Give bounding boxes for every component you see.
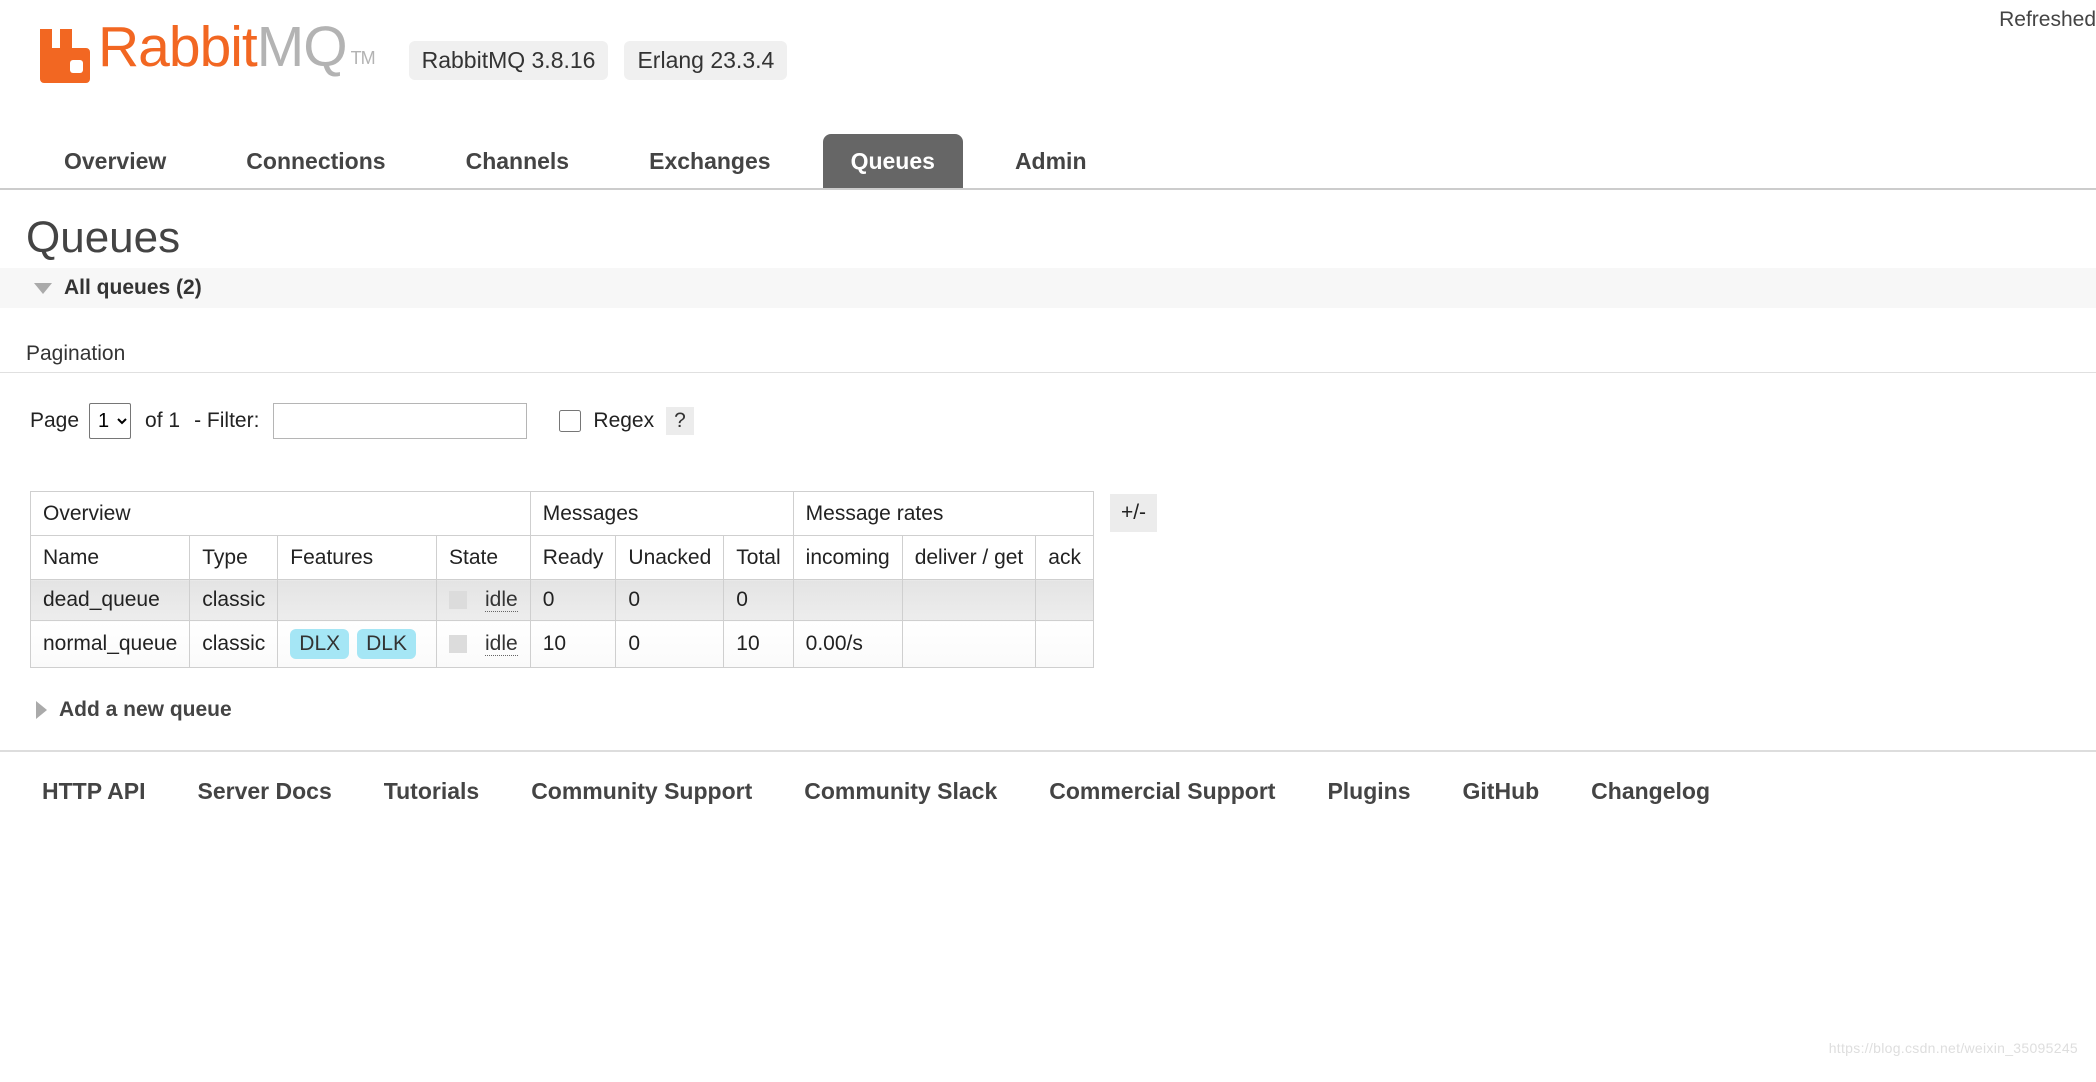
cell-incoming: 0.00/s [793, 621, 902, 668]
footer-link-tutorials[interactable]: Tutorials [384, 778, 479, 805]
cell-total: 0 [724, 580, 793, 621]
cell-queue-features [278, 580, 437, 621]
column-header-features: Features [278, 536, 437, 580]
queues-table-body: dead_queue classic idle 0 0 0 normal_que… [31, 580, 1094, 668]
group-header-messages: Messages [530, 492, 793, 536]
footer-link-commercial-support[interactable]: Commercial Support [1049, 778, 1275, 805]
add-new-queue-label: Add a new queue [59, 698, 232, 722]
filter-label: - Filter: [194, 409, 259, 433]
column-header-total[interactable]: Total [724, 536, 793, 580]
brand-wordmark: RabbitMQTM [98, 18, 375, 89]
tab-connections[interactable]: Connections [218, 134, 413, 188]
cell-queue-state: idle [437, 580, 531, 621]
page-number-select[interactable]: 1 [89, 403, 131, 439]
cell-queue-state: idle [437, 621, 531, 668]
cell-queue-features: DLX DLK [278, 621, 437, 668]
main-navigation: Overview Connections Channels Exchanges … [0, 134, 2096, 190]
cell-unacked: 0 [616, 580, 724, 621]
filter-input[interactable] [273, 403, 527, 439]
queues-table: Overview Messages Message rates Name Typ… [30, 491, 1094, 668]
watermark-text: https://blog.csdn.net/weixin_35095245 [1829, 1040, 2078, 1056]
pagination-legend: Pagination [0, 342, 2096, 372]
feature-badge-dlx: DLX [290, 629, 349, 659]
column-header-deliver-get[interactable]: deliver / get [902, 536, 1036, 580]
all-queues-label: All queues (2) [64, 276, 202, 300]
column-header-state[interactable]: State [437, 536, 531, 580]
feature-badge-dlk: DLK [357, 629, 416, 659]
page-total-label: of 1 [145, 409, 180, 433]
page-header: RabbitMQTM RabbitMQ 3.8.16 Erlang 23.3.4 [0, 0, 2096, 120]
footer-link-plugins[interactable]: Plugins [1327, 778, 1410, 805]
tab-overview[interactable]: Overview [36, 134, 194, 188]
brand-row: RabbitMQTM RabbitMQ 3.8.16 Erlang 23.3.4 [36, 18, 2096, 89]
cell-deliver-get [902, 621, 1036, 668]
tab-admin[interactable]: Admin [987, 134, 1115, 188]
rabbitmq-management-page: Refreshed RabbitMQTM RabbitMQ 3.8.16 Erl… [0, 0, 2096, 1082]
column-header-row: Name Type Features State Ready Unacked T… [31, 536, 1094, 580]
version-badges: RabbitMQ 3.8.16 Erlang 23.3.4 [409, 41, 788, 80]
rabbit-head-icon [36, 27, 92, 85]
tab-exchanges[interactable]: Exchanges [621, 134, 798, 188]
group-header-message-rates: Message rates [793, 492, 1093, 536]
cell-deliver-get [902, 580, 1036, 621]
state-label: idle [485, 632, 518, 656]
footer-link-http-api[interactable]: HTTP API [42, 778, 146, 805]
cell-queue-type: classic [190, 621, 278, 668]
pagination-controls: Page 1 of 1 - Filter: Regex ? [0, 373, 2096, 439]
triangle-down-icon [34, 283, 52, 294]
cell-total: 10 [724, 621, 793, 668]
state-swatch-icon [449, 591, 467, 609]
footer-link-community-slack[interactable]: Community Slack [804, 778, 997, 805]
cell-ready: 0 [530, 580, 616, 621]
footer-link-github[interactable]: GitHub [1463, 778, 1540, 805]
regex-label: Regex [593, 409, 654, 433]
group-header-overview: Overview [31, 492, 531, 536]
queues-table-wrapper: Overview Messages Message rates Name Typ… [30, 491, 2096, 668]
cell-queue-name[interactable]: dead_queue [31, 580, 190, 621]
group-header-row: Overview Messages Message rates [31, 492, 1094, 536]
brand-name-primary: Rabbit [98, 18, 257, 76]
state-label: idle [485, 588, 518, 612]
cell-queue-type: classic [190, 580, 278, 621]
regex-checkbox[interactable] [559, 410, 581, 432]
footer-link-changelog[interactable]: Changelog [1591, 778, 1710, 805]
table-row[interactable]: dead_queue classic idle 0 0 0 [31, 580, 1094, 621]
footer-link-community-support[interactable]: Community Support [531, 778, 752, 805]
queues-table-head: Overview Messages Message rates Name Typ… [31, 492, 1094, 580]
erlang-version-badge: Erlang 23.3.4 [624, 41, 787, 80]
table-row[interactable]: normal_queue classic DLX DLK idle 10 0 10… [31, 621, 1094, 668]
state-swatch-icon [449, 635, 467, 653]
cell-ack [1036, 621, 1094, 668]
server-version-badge: RabbitMQ 3.8.16 [409, 41, 609, 80]
footer-links: HTTP API Server Docs Tutorials Community… [0, 750, 2096, 805]
column-header-type[interactable]: Type [190, 536, 278, 580]
brand-name-secondary: MQ [257, 18, 347, 76]
tab-channels[interactable]: Channels [438, 134, 598, 188]
column-header-ready[interactable]: Ready [530, 536, 616, 580]
column-header-ack[interactable]: ack [1036, 536, 1094, 580]
column-header-unacked[interactable]: Unacked [616, 536, 724, 580]
cell-queue-name[interactable]: normal_queue [31, 621, 190, 668]
column-header-name[interactable]: Name [31, 536, 190, 580]
regex-control: Regex ? [559, 407, 693, 435]
page-label: Page [30, 409, 79, 433]
footer-link-server-docs[interactable]: Server Docs [198, 778, 332, 805]
trademark-mark: TM [351, 29, 375, 87]
toggle-columns-button[interactable]: +/- [1110, 494, 1157, 532]
regex-help-icon[interactable]: ? [666, 407, 694, 435]
triangle-right-icon [36, 701, 47, 719]
cell-unacked: 0 [616, 621, 724, 668]
cell-ready: 10 [530, 621, 616, 668]
add-new-queue-section[interactable]: Add a new queue [28, 698, 232, 722]
cell-ack [1036, 580, 1094, 621]
pagination-section: Pagination Page 1 of 1 - Filter: Regex ? [0, 342, 2096, 439]
page-title: Queues [26, 214, 2096, 262]
all-queues-section-header[interactable]: All queues (2) [0, 268, 2096, 308]
tab-queues[interactable]: Queues [823, 134, 963, 188]
cell-incoming [793, 580, 902, 621]
column-header-incoming[interactable]: incoming [793, 536, 902, 580]
